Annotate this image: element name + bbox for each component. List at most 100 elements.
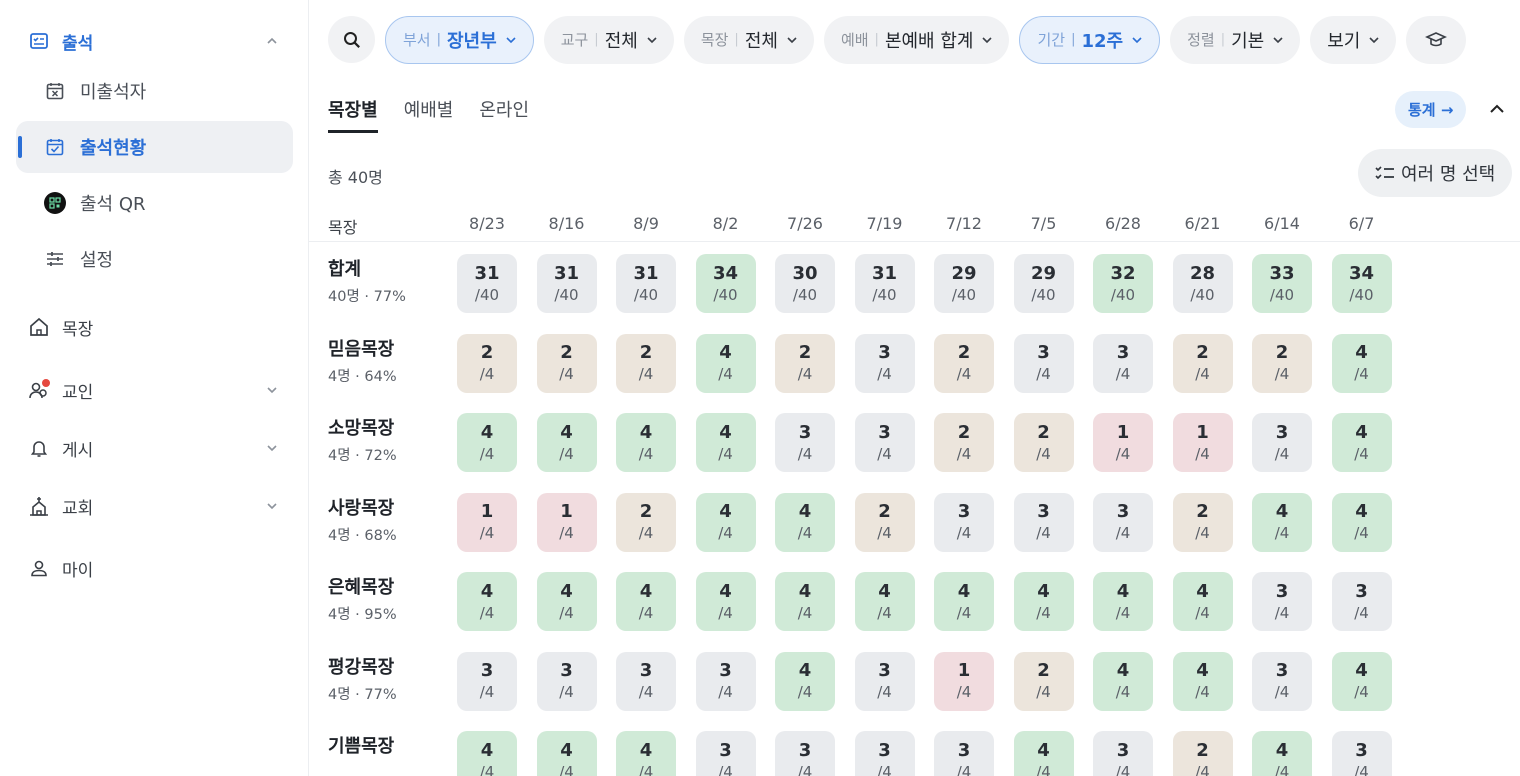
attendance-cell[interactable]: 4/4 <box>1013 731 1074 776</box>
group-row[interactable]: 합계 40명 · 77% 31/40 31/40 31/40 34/40 30/40 31/4… <box>309 242 1520 322</box>
attendance-cell[interactable]: 2/4 <box>616 333 676 393</box>
attendance-cell[interactable]: 3/4 <box>854 413 915 472</box>
attendance-cell[interactable]: 3/4 <box>1252 651 1312 711</box>
attendance-cell[interactable]: 4/4 <box>1093 651 1153 711</box>
attendance-cell[interactable]: 29/40 <box>1013 254 1074 313</box>
attendance-cell[interactable]: 4/4 <box>616 572 676 631</box>
attendance-cell[interactable]: 3/4 <box>695 731 756 776</box>
group-row[interactable]: 소망목장 4명 · 72% 4/4 4/4 4/4 4/4 3/4 3/4 2/4 2/4 1/4 1… <box>309 401 1520 481</box>
attendance-cell[interactable]: 4/4 <box>1331 413 1392 472</box>
filter-pill[interactable]: 정렬 | 기본 <box>1170 15 1301 64</box>
attendance-cell[interactable]: 3/4 <box>854 731 915 776</box>
attendance-cell[interactable]: 3/4 <box>854 651 915 711</box>
filter-pill[interactable]: 교구 | 전체 <box>543 15 674 64</box>
attendance-cell[interactable]: 4/4 <box>775 651 835 711</box>
attendance-cell[interactable]: 2/4 <box>775 333 835 393</box>
attendance-cell[interactable]: 4/4 <box>775 572 835 631</box>
attendance-cell[interactable]: 4/4 <box>616 731 676 776</box>
attendance-cell[interactable]: 31/40 <box>457 254 517 313</box>
attendance-cell[interactable]: 31/40 <box>616 254 676 313</box>
nav-section-group[interactable]: 목장 <box>16 301 293 353</box>
attendance-cell[interactable]: 2/4 <box>854 492 915 552</box>
filter-extra-button[interactable] <box>1406 15 1467 64</box>
attendance-cell[interactable]: 4/4 <box>1172 572 1233 631</box>
attendance-cell[interactable]: 3/4 <box>1013 333 1074 393</box>
nav-section-church[interactable]: 교회 <box>16 480 293 532</box>
attendance-cell[interactable]: 4/4 <box>695 333 756 393</box>
attendance-cell[interactable]: 34/40 <box>695 254 756 313</box>
attendance-cell[interactable]: 4/4 <box>695 492 756 552</box>
group-row[interactable]: 믿음목장 4명 · 64% 2/4 2/4 2/4 4/4 2/4 3/4 2/4 3/4 3/4 2… <box>309 322 1520 402</box>
attendance-cell[interactable]: 4/4 <box>775 492 835 552</box>
attendance-cell[interactable]: 31/40 <box>854 254 915 313</box>
attendance-cell[interactable]: 3/4 <box>536 651 597 711</box>
chevron-up-icon[interactable] <box>1488 100 1506 118</box>
attendance-cell[interactable]: 2/4 <box>1252 333 1312 393</box>
attendance-cell[interactable]: 3/4 <box>775 731 835 776</box>
filter-pill[interactable]: 기간 | 12주 <box>1019 15 1161 64</box>
attendance-cell[interactable]: 4/4 <box>1331 492 1392 552</box>
attendance-cell[interactable]: 4/4 <box>1331 333 1392 393</box>
attendance-cell[interactable]: 2/4 <box>616 492 676 552</box>
attendance-cell[interactable]: 3/4 <box>1093 333 1153 393</box>
attendance-cell[interactable]: 2/4 <box>934 413 994 472</box>
attendance-cell[interactable]: 3/4 <box>1252 572 1312 631</box>
attendance-cell[interactable]: 30/40 <box>775 254 835 313</box>
attendance-cell[interactable]: 2/4 <box>934 333 994 393</box>
filter-pill[interactable]: 부서 | 장년부 <box>385 15 534 64</box>
nav-item-qr[interactable]: 출석 QR <box>16 177 293 229</box>
attendance-cell[interactable]: 3/4 <box>934 492 994 552</box>
attendance-cell[interactable]: 3/4 <box>775 413 835 472</box>
attendance-cell[interactable]: 3/4 <box>695 651 756 711</box>
attendance-cell[interactable]: 4/4 <box>536 572 597 631</box>
attendance-cell[interactable]: 32/40 <box>1093 254 1153 313</box>
attendance-cell[interactable]: 1/4 <box>1172 413 1233 472</box>
attendance-cell[interactable]: 3/4 <box>616 651 676 711</box>
attendance-cell[interactable]: 2/4 <box>457 333 517 393</box>
group-row[interactable]: 기쁨목장 4/4 4/4 4/4 3/4 3/4 3/4 3/4 4/4 3/4 2/4 4/4 3/4 <box>309 719 1520 776</box>
attendance-cell[interactable]: 34/40 <box>1331 254 1392 313</box>
attendance-cell[interactable]: 4/4 <box>1331 651 1392 711</box>
attendance-cell[interactable]: 29/40 <box>934 254 994 313</box>
attendance-cell[interactable]: 1/4 <box>1093 413 1153 472</box>
attendance-cell[interactable]: 1/4 <box>457 492 517 552</box>
attendance-cell[interactable]: 4/4 <box>1252 731 1312 776</box>
attendance-cell[interactable]: 3/4 <box>457 651 517 711</box>
attendance-cell[interactable]: 2/4 <box>536 333 597 393</box>
nav-section-posts[interactable]: 게시 <box>16 422 293 474</box>
attendance-cell[interactable]: 4/4 <box>457 413 517 472</box>
attendance-cell[interactable]: 4/4 <box>1093 572 1153 631</box>
nav-section-members[interactable]: 교인 <box>16 364 293 416</box>
group-row[interactable]: 사랑목장 4명 · 68% 1/4 1/4 2/4 4/4 4/4 2/4 3/4 3/4 3/4 2… <box>309 481 1520 561</box>
attendance-cell[interactable]: 4/4 <box>457 731 517 776</box>
attendance-cell[interactable]: 4/4 <box>934 572 994 631</box>
nav-item-attendance-status[interactable]: 출석현황 <box>16 121 293 173</box>
attendance-cell[interactable]: 4/4 <box>695 572 756 631</box>
group-row[interactable]: 은혜목장 4명 · 95% 4/4 4/4 4/4 4/4 4/4 4/4 4/4 4/4 4/4 4… <box>309 560 1520 640</box>
stats-button[interactable]: 통계 → <box>1395 91 1467 128</box>
attendance-cell[interactable]: 31/40 <box>536 254 597 313</box>
attendance-cell[interactable]: 4/4 <box>536 413 597 472</box>
attendance-cell[interactable]: 4/4 <box>1172 651 1233 711</box>
group-row[interactable]: 평강목장 4명 · 77% 3/4 3/4 3/4 3/4 4/4 3/4 1/4 2/4 4/4 4… <box>309 640 1520 720</box>
attendance-cell[interactable]: 3/4 <box>1013 492 1074 552</box>
attendance-cell[interactable]: 2/4 <box>1172 492 1233 552</box>
attendance-cell[interactable]: 33/40 <box>1252 254 1312 313</box>
attendance-cell[interactable]: 3/4 <box>854 333 915 393</box>
multi-select-button[interactable]: 여러 명 선택 <box>1358 149 1513 197</box>
attendance-cell[interactable]: 2/4 <box>1013 413 1074 472</box>
nav-item-settings[interactable]: 설정 <box>16 233 293 285</box>
attendance-cell[interactable]: 4/4 <box>457 572 517 631</box>
attendance-cell[interactable]: 3/4 <box>1331 572 1392 631</box>
attendance-cell[interactable]: 3/4 <box>1093 492 1153 552</box>
attendance-cell[interactable]: 3/4 <box>1093 731 1153 776</box>
attendance-cell[interactable]: 4/4 <box>616 413 676 472</box>
attendance-cell[interactable]: 4/4 <box>695 413 756 472</box>
attendance-cell[interactable]: 28/40 <box>1172 254 1233 313</box>
attendance-cell[interactable]: 2/4 <box>1172 731 1233 776</box>
attendance-cell[interactable]: 4/4 <box>1252 492 1312 552</box>
attendance-cell[interactable]: 1/4 <box>536 492 597 552</box>
tab-by-group[interactable]: 목장별 <box>328 96 378 133</box>
filter-pill[interactable]: 목장 | 전체 <box>683 15 814 64</box>
search-button[interactable] <box>328 16 375 63</box>
